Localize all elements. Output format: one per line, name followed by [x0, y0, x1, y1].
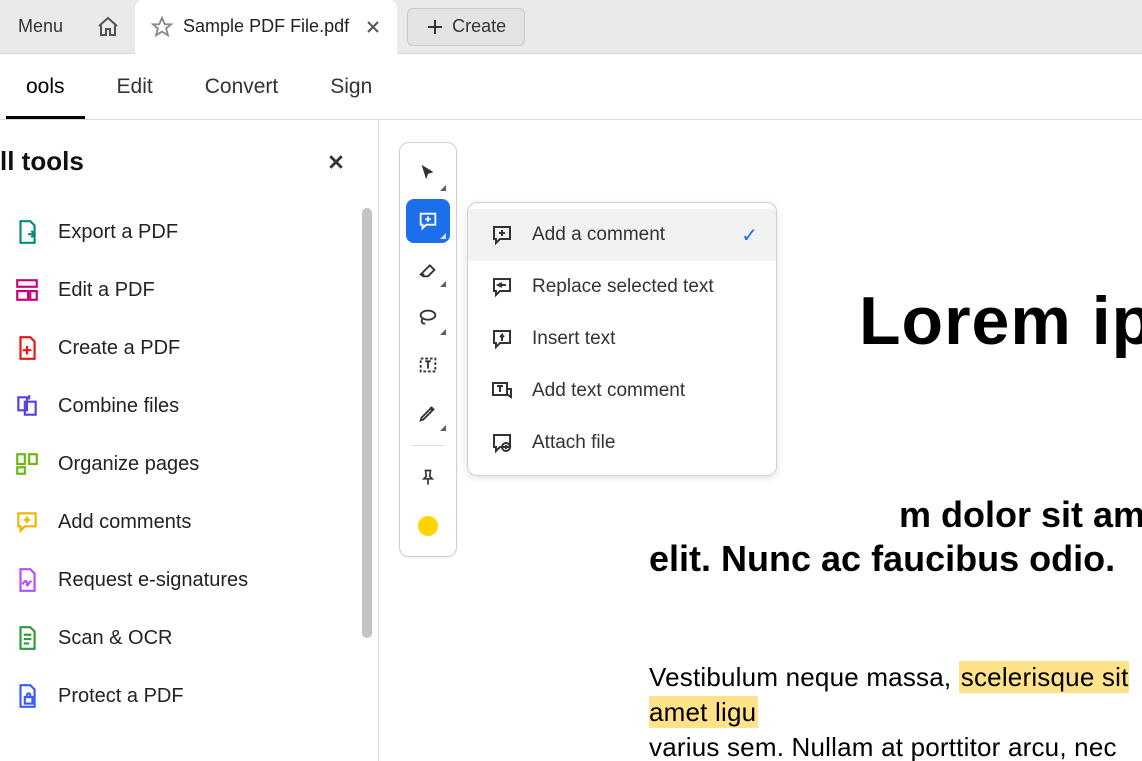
textbox-tool[interactable]: [406, 343, 450, 387]
replace-text-icon: [490, 275, 514, 299]
lasso-icon: [417, 306, 439, 328]
tab-bar: Menu Sample PDF File.pdf Create: [0, 0, 1142, 54]
cursor-icon: [417, 162, 439, 184]
signature-icon: [14, 567, 40, 593]
comment-toolbar: [399, 142, 457, 557]
para-text: varius sem. Nullam at porttitor arcu, ne…: [649, 732, 1117, 761]
tool-label: Combine files: [58, 395, 179, 418]
document-workspace: Add a comment ✓ Replace selected text In…: [379, 120, 1142, 761]
create-pdf-icon: [14, 335, 40, 361]
pencil-icon: [417, 402, 439, 424]
plus-icon: [426, 18, 444, 36]
lock-icon: [14, 683, 40, 709]
document-subtitle-line2: elit. Nunc ac faucibus odio.: [649, 538, 1142, 580]
edit-pdf-icon: [14, 277, 40, 303]
text-comment-icon: [490, 379, 514, 403]
tool-protect-pdf[interactable]: Protect a PDF: [0, 669, 378, 723]
tool-edit-pdf[interactable]: Edit a PDF: [0, 263, 378, 317]
divider: [411, 445, 445, 446]
tool-label: Scan & OCR: [58, 627, 172, 650]
tab-title: Sample PDF File.pdf: [183, 16, 349, 37]
all-tools-panel: ll tools Export a PDF Edit a PDF Create …: [0, 120, 379, 761]
tool-label: Create a PDF: [58, 337, 180, 360]
tool-label: Protect a PDF: [58, 685, 184, 708]
tool-combine-files[interactable]: Combine files: [0, 379, 378, 433]
attach-file-icon: [490, 431, 514, 455]
nav-sign[interactable]: Sign: [304, 54, 398, 119]
panel-close-button[interactable]: [322, 148, 350, 176]
draw-tool[interactable]: [406, 391, 450, 435]
create-button[interactable]: Create: [407, 8, 525, 46]
comment-tool[interactable]: [406, 199, 450, 243]
scan-ocr-icon: [14, 625, 40, 651]
tool-export-pdf[interactable]: Export a PDF: [0, 205, 378, 259]
eraser-tool[interactable]: [406, 247, 450, 291]
tool-label: Add comments: [58, 511, 191, 534]
tool-create-pdf[interactable]: Create a PDF: [0, 321, 378, 375]
create-label: Create: [452, 16, 506, 37]
textbox-icon: [417, 354, 439, 376]
tool-label: Export a PDF: [58, 221, 178, 244]
tool-request-esignatures[interactable]: Request e-signatures: [0, 553, 378, 607]
tool-label: Request e-signatures: [58, 569, 248, 592]
secondary-nav: ools Edit Convert Sign: [0, 54, 1142, 120]
color-swatch-button[interactable]: [406, 504, 450, 548]
pin-icon: [418, 468, 438, 488]
tool-list: Export a PDF Edit a PDF Create a PDF Com…: [0, 205, 378, 723]
close-icon: [366, 20, 380, 34]
tool-organize-pages[interactable]: Organize pages: [0, 437, 378, 491]
select-tool[interactable]: [406, 151, 450, 195]
home-button[interactable]: [81, 0, 135, 54]
home-icon: [96, 15, 120, 39]
add-comments-icon: [14, 509, 40, 535]
comment-plus-icon: [490, 223, 514, 247]
document-page[interactable]: Lorem ips m dolor sit amet, c elit. Nunc…: [519, 120, 1142, 761]
color-swatch-icon: [418, 516, 438, 536]
lasso-tool[interactable]: [406, 295, 450, 339]
tool-label: Edit a PDF: [58, 279, 155, 302]
export-pdf-icon: [14, 219, 40, 245]
star-icon: [151, 16, 173, 38]
nav-convert[interactable]: Convert: [179, 54, 305, 119]
nav-edit[interactable]: Edit: [91, 54, 179, 119]
comment-icon: [417, 210, 439, 232]
close-icon: [328, 154, 344, 170]
tab-close-button[interactable]: [359, 13, 387, 41]
organize-pages-icon: [14, 451, 40, 477]
document-paragraph: Vestibulum neque massa, scelerisque sit …: [649, 660, 1142, 761]
para-text: Vestibulum neque massa,: [649, 662, 959, 692]
active-tab[interactable]: Sample PDF File.pdf: [135, 0, 397, 54]
scrollbar[interactable]: [362, 208, 372, 638]
nav-all-tools[interactable]: ools: [0, 54, 91, 119]
eraser-icon: [417, 258, 439, 280]
insert-text-icon: [490, 327, 514, 351]
tool-add-comments[interactable]: Add comments: [0, 495, 378, 549]
tool-scan-ocr[interactable]: Scan & OCR: [0, 611, 378, 665]
body: ll tools Export a PDF Edit a PDF Create …: [0, 120, 1142, 761]
tool-label: Organize pages: [58, 453, 199, 476]
all-tools-title: ll tools: [0, 146, 84, 177]
combine-files-icon: [14, 393, 40, 419]
pin-tool[interactable]: [406, 456, 450, 500]
document-title: Lorem ips: [859, 282, 1142, 360]
document-subtitle-line1: m dolor sit amet, c: [899, 494, 1142, 536]
menu-button[interactable]: Menu: [0, 0, 81, 54]
